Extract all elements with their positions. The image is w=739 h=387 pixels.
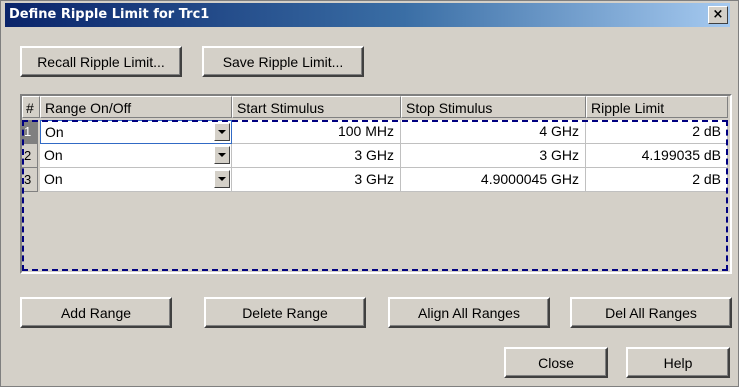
column-header-start[interactable]: Start Stimulus: [232, 96, 401, 118]
table-row[interactable]: 2 On 3 GHz 3 GHz 4.199035 dB: [22, 144, 728, 168]
start-stimulus-cell[interactable]: 3 GHz: [232, 168, 401, 192]
row-number[interactable]: 2: [22, 144, 38, 168]
stop-stimulus-cell[interactable]: 3 GHz: [401, 144, 586, 168]
close-icon[interactable]: ×: [708, 6, 728, 24]
column-header-limit[interactable]: Ripple Limit: [586, 96, 728, 118]
ripple-limit-cell[interactable]: 2 dB: [586, 120, 728, 144]
define-ripple-limit-dialog: Define Ripple Limit for Trc1 × Recall Ri…: [0, 0, 739, 387]
align-all-ranges-button[interactable]: Align All Ranges: [388, 297, 550, 328]
delete-range-button[interactable]: Delete Range: [204, 297, 366, 328]
chevron-down-icon[interactable]: [214, 170, 230, 188]
recall-ripple-limit-button[interactable]: Recall Ripple Limit...: [20, 46, 182, 77]
del-all-ranges-button[interactable]: Del All Ranges: [570, 297, 732, 328]
row-number[interactable]: 1: [22, 120, 38, 144]
range-on-off-select[interactable]: On: [40, 168, 232, 192]
ripple-limit-cell[interactable]: 2 dB: [586, 168, 728, 192]
range-value: On: [44, 171, 63, 187]
range-on-off-select[interactable]: On: [40, 144, 232, 168]
range-value: On: [45, 124, 64, 140]
help-button[interactable]: Help: [626, 347, 730, 378]
column-header-stop[interactable]: Stop Stimulus: [401, 96, 586, 118]
table-row[interactable]: 3 On 3 GHz 4.9000045 GHz 2 dB: [22, 168, 728, 192]
window-title: Define Ripple Limit for Trc1: [9, 7, 210, 22]
column-header-range[interactable]: Range On/Off: [40, 96, 232, 118]
title-bar[interactable]: Define Ripple Limit for Trc1 ×: [5, 3, 730, 27]
ripple-range-table: # Range On/Off Start Stimulus Stop Stimu…: [20, 94, 732, 274]
stop-stimulus-cell[interactable]: 4.9000045 GHz: [401, 168, 586, 192]
range-value: On: [44, 147, 63, 163]
save-ripple-limit-button[interactable]: Save Ripple Limit...: [202, 46, 364, 77]
add-range-button[interactable]: Add Range: [20, 297, 172, 328]
close-button[interactable]: Close: [504, 347, 608, 378]
stop-stimulus-cell[interactable]: 4 GHz: [401, 120, 586, 144]
column-header-index: #: [22, 96, 40, 118]
start-stimulus-cell[interactable]: 100 MHz: [232, 120, 401, 144]
range-on-off-select[interactable]: On: [40, 120, 232, 144]
chevron-down-icon[interactable]: [214, 123, 230, 141]
start-stimulus-cell[interactable]: 3 GHz: [232, 144, 401, 168]
table-row[interactable]: 1 On 100 MHz 4 GHz 2 dB: [22, 120, 728, 144]
table-header: # Range On/Off Start Stimulus Stop Stimu…: [22, 96, 730, 120]
ripple-limit-cell[interactable]: 4.199035 dB: [586, 144, 728, 168]
chevron-down-icon[interactable]: [214, 146, 230, 164]
row-number[interactable]: 3: [22, 168, 38, 192]
